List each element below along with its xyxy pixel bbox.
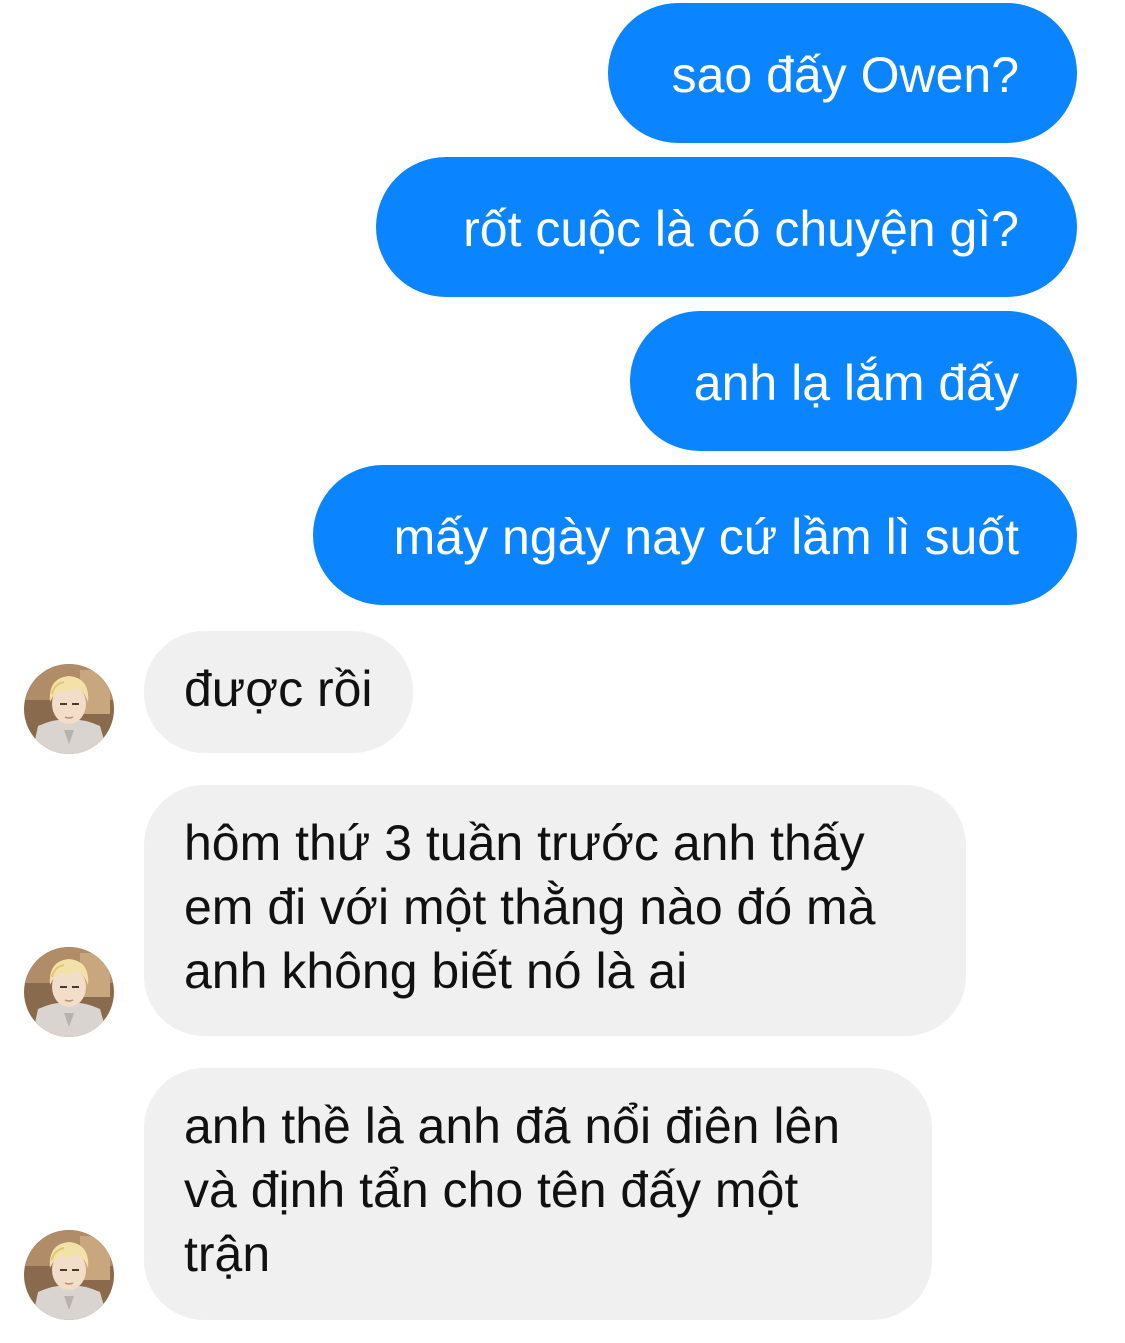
contact-avatar[interactable]	[24, 664, 114, 754]
sent-message-text: sao đấy Owen?	[671, 47, 1019, 103]
received-message-text-line: anh không biết nó là ai	[184, 943, 688, 999]
received-message-text: được rồi	[184, 661, 373, 717]
sent-message-text: mấy ngày nay cứ lầm lì suốt	[393, 509, 1019, 565]
sent-message-text: rốt cuộc là có chuyện gì?	[463, 201, 1019, 257]
received-message-text-line: em đi với một thằng nào đó mà	[184, 879, 876, 935]
sent-message-bubble[interactable]: sao đấy Owen?	[608, 3, 1077, 143]
contact-avatar[interactable]	[24, 1230, 114, 1320]
sent-message-bubble[interactable]: rốt cuộc là có chuyện gì?	[376, 157, 1077, 297]
received-message-text-line: hôm thứ 3 tuần trước anh thấy	[184, 815, 865, 871]
sent-message-text: anh lạ lắm đấy	[693, 355, 1019, 411]
received-message-bubble[interactable]: anh thề là anh đã nổi điên lên và định t…	[144, 1068, 932, 1320]
anime-avatar-icon	[24, 1230, 114, 1320]
sent-message-bubble[interactable]: mấy ngày nay cứ lầm lì suốt	[313, 465, 1077, 605]
received-message-text-line: và định tẩn cho tên đấy một	[184, 1162, 799, 1218]
received-message-text-line: anh thề là anh đã nổi điên lên	[184, 1098, 841, 1154]
anime-avatar-icon	[24, 947, 114, 1037]
sent-message-bubble[interactable]: anh lạ lắm đấy	[630, 311, 1077, 451]
received-message-bubble[interactable]: hôm thứ 3 tuần trước anh thấy em đi với …	[144, 785, 966, 1036]
contact-avatar[interactable]	[24, 947, 114, 1037]
anime-avatar-icon	[24, 664, 114, 754]
received-message-bubble[interactable]: được rồi	[144, 631, 413, 753]
received-message-text-line: trận	[184, 1226, 271, 1282]
